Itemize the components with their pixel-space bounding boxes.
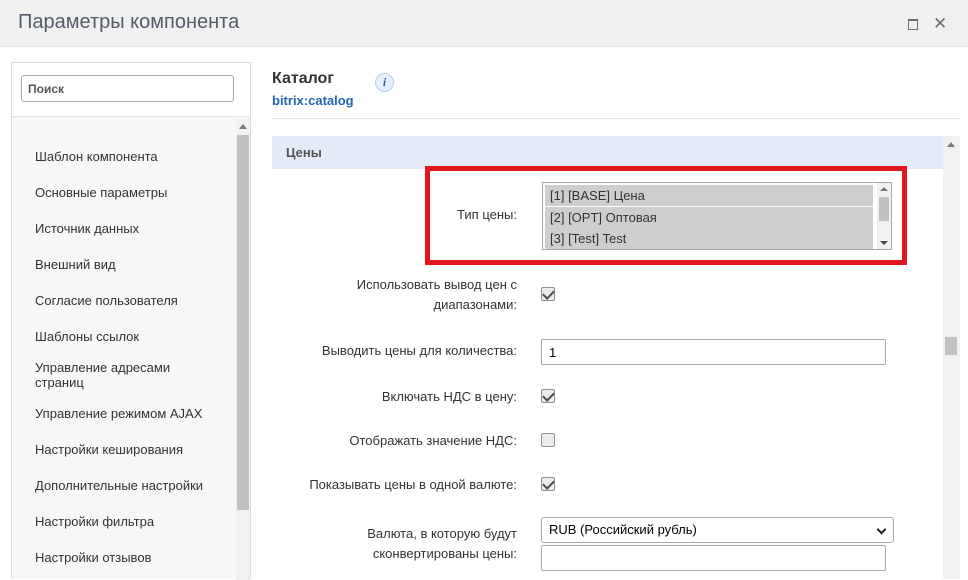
sidebar-item-link-templates[interactable]: Шаблоны ссылок: [35, 329, 220, 344]
use-price-ranges-label: Использовать вывод цен с диапазонами:: [356, 277, 517, 312]
sidebar-item-additional[interactable]: Дополнительные настройки: [35, 478, 220, 493]
scroll-up-icon[interactable]: [880, 187, 888, 191]
chevron-down-icon: [876, 524, 887, 535]
sidebar-item-template[interactable]: Шаблон компонента: [35, 149, 220, 164]
price-type-label: Тип цены:: [457, 207, 517, 222]
close-icon[interactable]: ✕: [933, 15, 947, 32]
sidebar-scrollbar[interactable]: [236, 119, 250, 580]
sidebar-item-caching[interactable]: Настройки кеширования: [35, 442, 220, 457]
currency-extra-input[interactable]: [541, 545, 886, 571]
info-icon[interactable]: i: [375, 73, 394, 92]
show-vat-checkbox[interactable]: [541, 433, 555, 447]
main-content: Каталог i bitrix:catalog Цены Тип цены: …: [272, 62, 968, 579]
scroll-down-icon[interactable]: [880, 241, 888, 245]
sidebar-item-appearance[interactable]: Внешний вид: [35, 257, 220, 272]
sidebar-item-user-consent[interactable]: Согласие пользователя: [35, 293, 220, 308]
section-header-prices[interactable]: Цены: [272, 136, 943, 169]
divider: [272, 118, 960, 119]
sidebar-item-filter[interactable]: Настройки фильтра: [35, 514, 220, 529]
section-title: Цены: [286, 145, 322, 160]
include-vat-label: Включать НДС в цену:: [381, 389, 517, 404]
sidebar-item-ajax-mode[interactable]: Управление режимом AJAX: [35, 406, 220, 421]
sidebar-item-reviews[interactable]: Настройки отзывов: [35, 550, 220, 565]
main-scrollbar[interactable]: [943, 136, 960, 579]
maximize-icon[interactable]: [906, 17, 920, 31]
currency-selected-value: RUB (Российский рубль): [549, 522, 697, 537]
currency-select[interactable]: RUB (Российский рубль): [541, 517, 894, 543]
price-type-option[interactable]: [1] [BASE] Цена: [545, 185, 873, 206]
scroll-thumb[interactable]: [879, 197, 889, 221]
sidebar-item-main-params[interactable]: Основные параметры: [35, 185, 220, 200]
currency-label: Валюта, в которую будут сконвертированы …: [367, 526, 517, 561]
price-quantity-input[interactable]: [541, 339, 886, 365]
price-type-listbox[interactable]: [1] [BASE] Цена [2] [OPT] Оптовая [3] [T…: [542, 182, 892, 250]
sidebar-item-data-source[interactable]: Источник данных: [35, 221, 220, 236]
price-type-option[interactable]: [2] [OPT] Оптовая: [545, 207, 873, 228]
single-currency-label: Показывать цены в одной валюте:: [309, 477, 517, 492]
include-vat-checkbox[interactable]: [541, 389, 555, 403]
search-input[interactable]: [21, 75, 234, 102]
use-price-ranges-checkbox[interactable]: [541, 287, 555, 301]
dialog-titlebar: Параметры компонента ✕: [0, 0, 968, 47]
scroll-up-icon[interactable]: [239, 124, 247, 129]
sidebar-item-url-management[interactable]: Управление адресами страниц: [35, 360, 220, 390]
component-code: bitrix:catalog: [272, 93, 354, 108]
sidebar: Шаблон компонента Основные параметры Ист…: [11, 62, 251, 580]
price-type-option[interactable]: [3] [Test] Test: [545, 228, 873, 249]
listbox-scrollbar[interactable]: [877, 183, 891, 249]
show-vat-label: Отображать значение НДС:: [349, 433, 517, 448]
price-quantity-label: Выводить цены для количества:: [321, 343, 517, 358]
single-currency-checkbox[interactable]: [541, 477, 555, 491]
dialog-title: Параметры компонента: [18, 11, 240, 33]
scroll-up-icon[interactable]: [947, 142, 955, 147]
scroll-thumb[interactable]: [945, 337, 957, 355]
scroll-thumb[interactable]: [237, 135, 249, 510]
component-title: Каталог: [272, 70, 334, 87]
search-area: [12, 63, 250, 117]
